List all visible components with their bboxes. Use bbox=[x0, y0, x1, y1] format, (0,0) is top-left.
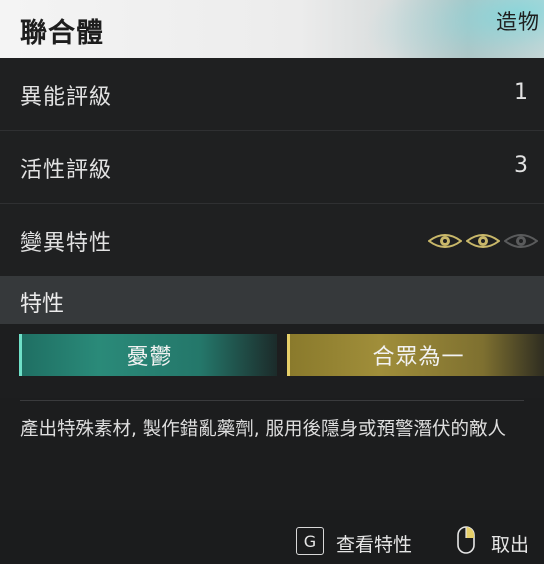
stat-label: 異能評級 bbox=[20, 85, 113, 110]
mouse-icon[interactable] bbox=[457, 526, 475, 554]
cancel-button[interactable]: 取出 bbox=[491, 530, 529, 557]
stat-row-mutation: 變異特性 bbox=[0, 204, 544, 277]
category-tag: 造物 bbox=[496, 10, 540, 34]
section-label: 特性 bbox=[20, 292, 65, 317]
mutation-eyes bbox=[428, 232, 538, 250]
stat-label: 變異特性 bbox=[20, 231, 113, 256]
eye-icon bbox=[428, 234, 462, 248]
footer-bar: G 查看特性 取出 bbox=[0, 510, 544, 564]
traits-section-header: 特性 bbox=[0, 276, 544, 324]
stat-label: 活性評級 bbox=[20, 158, 113, 183]
panel-title: 聯合體 bbox=[20, 18, 104, 49]
view-traits-button[interactable]: 查看特性 bbox=[336, 530, 412, 557]
description-text: 產出特殊素材, 製作錯亂藥劑, 服用後隱身或預警潛伏的敵人 bbox=[20, 419, 507, 440]
trait-badge-unity[interactable]: 合眾為一 bbox=[287, 334, 544, 376]
panel-header: 聯合體 造物 bbox=[0, 0, 544, 58]
divider bbox=[20, 400, 524, 401]
stat-row-ability: 異能評級 1 bbox=[0, 58, 544, 131]
eye-icon bbox=[466, 234, 500, 248]
eye-icon bbox=[504, 234, 538, 248]
traits-row: 憂鬱 合眾為一 bbox=[0, 324, 544, 398]
trait-badge-melancholy[interactable]: 憂鬱 bbox=[19, 334, 277, 376]
stat-row-activity: 活性評級 3 bbox=[0, 131, 544, 204]
stat-value: 3 bbox=[514, 153, 528, 178]
stat-value: 1 bbox=[514, 80, 528, 105]
g-key-icon[interactable]: G bbox=[296, 527, 324, 555]
